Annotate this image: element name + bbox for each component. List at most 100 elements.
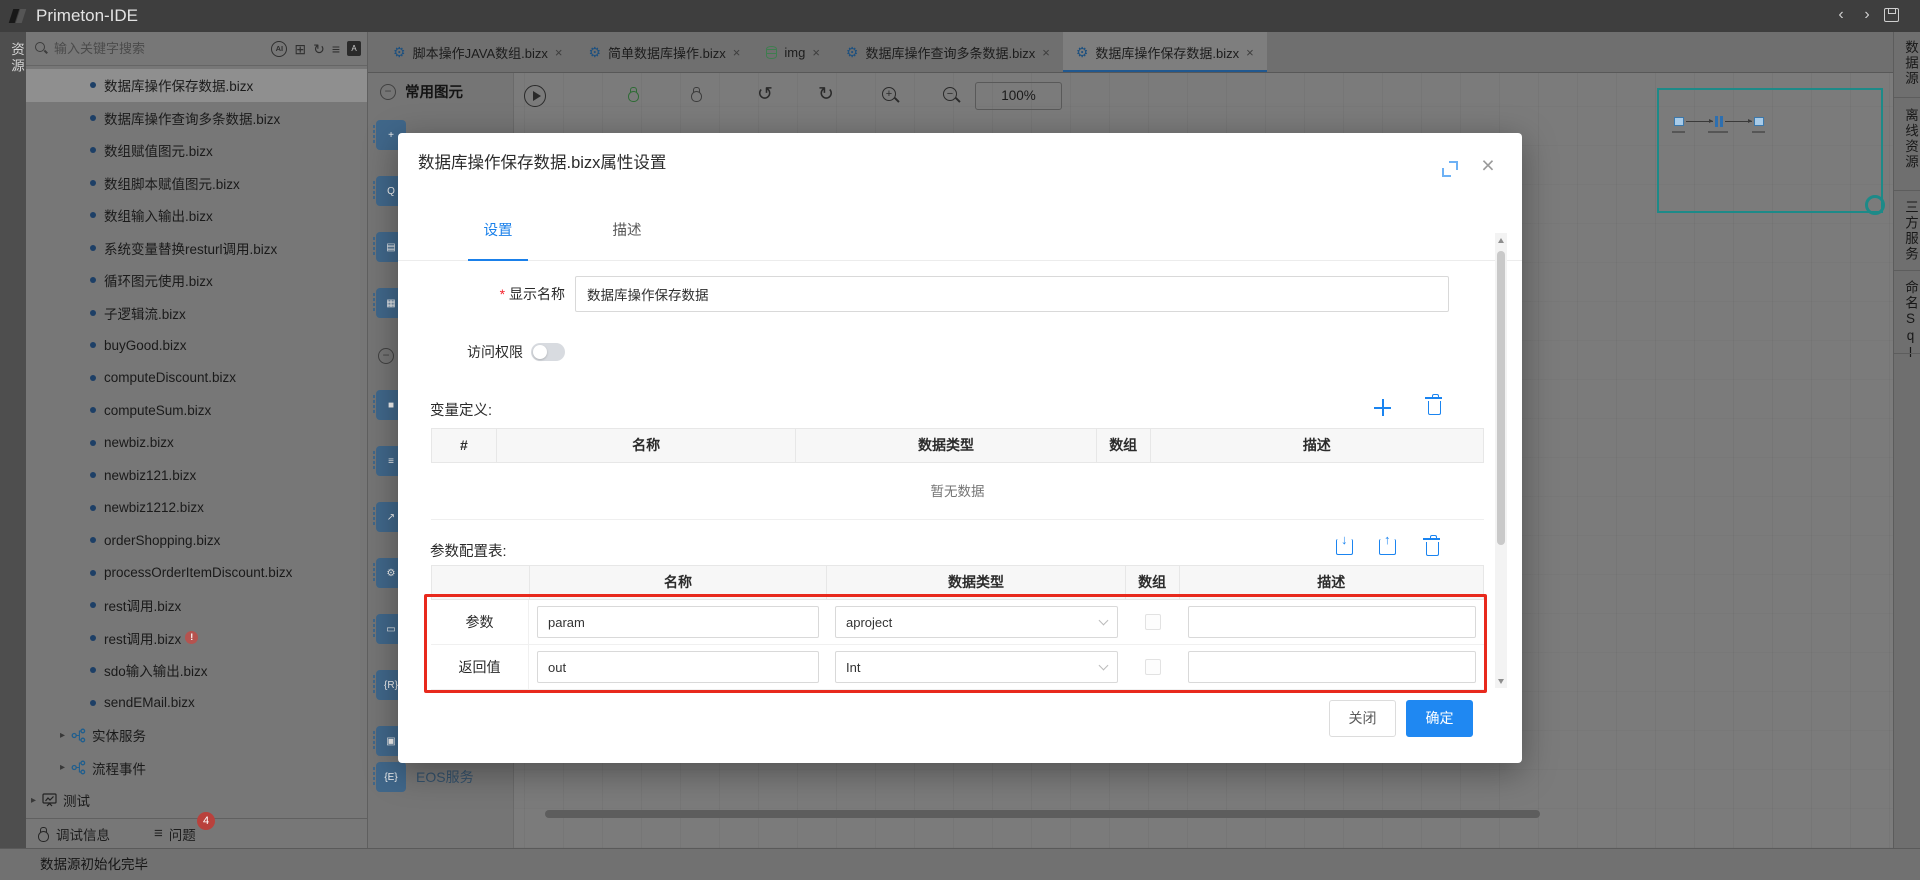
search-input[interactable] xyxy=(54,41,265,56)
rail-tab-1[interactable]: 数据源 xyxy=(1894,40,1920,87)
add-variable-icon[interactable] xyxy=(1374,399,1391,416)
param-type-select[interactable]: Int xyxy=(835,651,1118,683)
dialog-title: 数据库操作保存数据.bizx属性设置 xyxy=(418,149,666,173)
param-name-input[interactable] xyxy=(537,651,819,683)
tree-item-label: 系统变量替换resturl调用.bizx xyxy=(104,238,277,258)
tab-issues[interactable]: ≡ 问题 xyxy=(154,824,196,844)
param-type-select[interactable]: aproject xyxy=(835,606,1118,638)
tree-item-folder[interactable]: ▸实体服务 xyxy=(26,719,367,752)
debug-run-icon[interactable] xyxy=(626,86,640,102)
close-icon[interactable]: × xyxy=(1476,152,1500,179)
left-rail: 资源 xyxy=(0,32,26,848)
delete-param-icon[interactable] xyxy=(1426,542,1439,556)
array-checkbox[interactable] xyxy=(1145,614,1161,630)
tree-item-file[interactable]: 循环图元使用.bizx xyxy=(26,264,367,297)
issues-count-badge: 4 xyxy=(197,812,215,830)
save-icon[interactable] xyxy=(1884,8,1899,22)
run-icon[interactable] xyxy=(524,85,546,107)
display-name-input[interactable] xyxy=(575,276,1449,312)
tab-settings[interactable]: 设置 xyxy=(468,203,528,259)
editor-tab[interactable]: ⚙数据库操作保存数据.bizx× xyxy=(1063,32,1267,72)
tree-item-file[interactable]: 系统变量替换resturl调用.bizx xyxy=(26,232,367,265)
tree-item-file[interactable]: computeDiscount.bizx xyxy=(26,362,367,395)
palette-item-eos[interactable]: {E} EOS服务 xyxy=(376,762,474,792)
flow-start-node xyxy=(1674,117,1684,126)
tree-item-file[interactable]: processOrderItemDiscount.bizx xyxy=(26,557,367,590)
tree-item-file[interactable]: rest调用.bizx xyxy=(26,589,367,622)
minimap[interactable] xyxy=(1657,88,1883,213)
scroll-down-icon[interactable] xyxy=(1495,674,1507,688)
undo-icon[interactable]: ↺ xyxy=(757,85,773,105)
close-button[interactable]: 关闭 xyxy=(1329,700,1396,737)
nav-forward-icon[interactable]: › xyxy=(1858,0,1876,32)
tree-item-file[interactable]: 数据库操作保存数据.bizx xyxy=(26,69,367,102)
array-checkbox[interactable] xyxy=(1145,659,1161,675)
tree-item-folder[interactable]: ▸测试 xyxy=(26,784,367,815)
minimap-resize-handle[interactable] xyxy=(1865,195,1885,215)
close-tab-icon[interactable]: × xyxy=(733,45,741,60)
file-bullet-icon xyxy=(90,505,96,511)
tree-item-file[interactable]: 数组赋值图元.bizx xyxy=(26,134,367,167)
tree-item-file[interactable]: 子逻辑流.bizx xyxy=(26,297,367,330)
tree-item-file[interactable]: sendEMail.bizx xyxy=(26,687,367,720)
param-name-input[interactable] xyxy=(537,606,819,638)
editor-tab[interactable]: ⚙数据库操作查询多条数据.bizx× xyxy=(833,32,1063,72)
tree-item-file[interactable]: newbiz1212.bizx xyxy=(26,492,367,525)
export-params-icon[interactable]: ↑ xyxy=(1379,539,1396,555)
rail-tab-resources[interactable]: 资源 xyxy=(0,42,26,75)
ai-icon[interactable]: AI xyxy=(271,41,287,57)
cube-add-icon[interactable]: ⊞ xyxy=(294,42,306,56)
chevron-right-icon[interactable]: ▸ xyxy=(60,762,65,773)
tree-item-file[interactable]: buyGood.bizx xyxy=(26,329,367,362)
import-params-icon[interactable]: ↓ xyxy=(1336,539,1353,555)
rail-tab-2[interactable]: 离线资源 xyxy=(1894,108,1920,170)
editor-tab[interactable]: ⚙脚本操作JAVA数组.bizx× xyxy=(380,32,575,72)
debug-step-icon[interactable] xyxy=(689,86,703,102)
access-permission-toggle[interactable] xyxy=(531,343,565,361)
scrollbar-thumb[interactable] xyxy=(1497,251,1505,545)
chevron-right-icon[interactable]: ▸ xyxy=(31,795,36,806)
tree-item-file[interactable]: sdo输入输出.bizx xyxy=(26,654,367,687)
refresh-icon[interactable]: ↻ xyxy=(313,42,325,56)
tab-description[interactable]: 描述 xyxy=(597,203,657,259)
error-badge: ! xyxy=(185,631,198,644)
ok-button[interactable]: 确定 xyxy=(1406,700,1473,737)
tree-item-file[interactable]: 数组脚本赋值图元.bizx xyxy=(26,167,367,200)
collapse-section-icon[interactable]: − xyxy=(378,348,394,364)
tab-debug-info[interactable]: 调试信息 xyxy=(36,824,110,844)
param-desc-input[interactable] xyxy=(1188,651,1476,683)
tree-item-file[interactable]: newbiz121.bizx xyxy=(26,459,367,492)
tree-item-file[interactable]: orderShopping.bizx xyxy=(26,524,367,557)
close-tab-icon[interactable]: × xyxy=(555,45,563,60)
close-tab-icon[interactable]: × xyxy=(1246,45,1254,60)
tree-item-file[interactable]: 数据库操作查询多条数据.bizx xyxy=(26,102,367,135)
nav-back-icon[interactable]: ‹ xyxy=(1832,0,1850,32)
tree-item-file[interactable]: rest调用.bizx! xyxy=(26,622,367,655)
scroll-up-icon[interactable] xyxy=(1495,233,1507,247)
close-tab-icon[interactable]: × xyxy=(812,45,820,60)
tree-item-file[interactable]: newbiz.bizx xyxy=(26,427,367,460)
expand-icon[interactable] xyxy=(1442,161,1458,177)
delete-variable-icon[interactable] xyxy=(1428,401,1441,415)
rail-tab-3[interactable]: 三方服务 xyxy=(1894,200,1920,262)
tree-item-folder[interactable]: ▸流程事件 xyxy=(26,752,367,785)
collapse-icon[interactable]: − xyxy=(380,84,396,100)
chevron-right-icon[interactable]: ▸ xyxy=(60,730,65,741)
dialog-scrollbar[interactable] xyxy=(1495,233,1507,688)
param-desc-input[interactable] xyxy=(1188,606,1476,638)
tree-item-label: rest调用.bizx xyxy=(104,628,181,648)
search-bar: AI ⊞ ↻ ≡ A xyxy=(26,32,367,66)
file-bullet-icon xyxy=(90,245,96,251)
palette-header[interactable]: − 常用图元 xyxy=(380,81,463,102)
list-sort-icon[interactable]: ≡ xyxy=(332,42,340,56)
horizontal-scrollbar[interactable] xyxy=(545,810,1540,818)
tree-item-file[interactable]: computeSum.bizx xyxy=(26,394,367,427)
tree-item-file[interactable]: 数组输入输出.bizx xyxy=(26,199,367,232)
rail-tab-4[interactable]: 命名Sql xyxy=(1894,280,1920,362)
redo-icon[interactable]: ↻ xyxy=(818,85,834,105)
editor-tab[interactable]: ⚙简单数据库操作.bizx× xyxy=(575,32,753,72)
editor-tab[interactable]: img× xyxy=(753,32,833,72)
close-tab-icon[interactable]: × xyxy=(1042,45,1050,60)
translate-doc-icon[interactable]: A xyxy=(347,41,361,56)
zoom-level[interactable]: 100% xyxy=(975,82,1062,110)
